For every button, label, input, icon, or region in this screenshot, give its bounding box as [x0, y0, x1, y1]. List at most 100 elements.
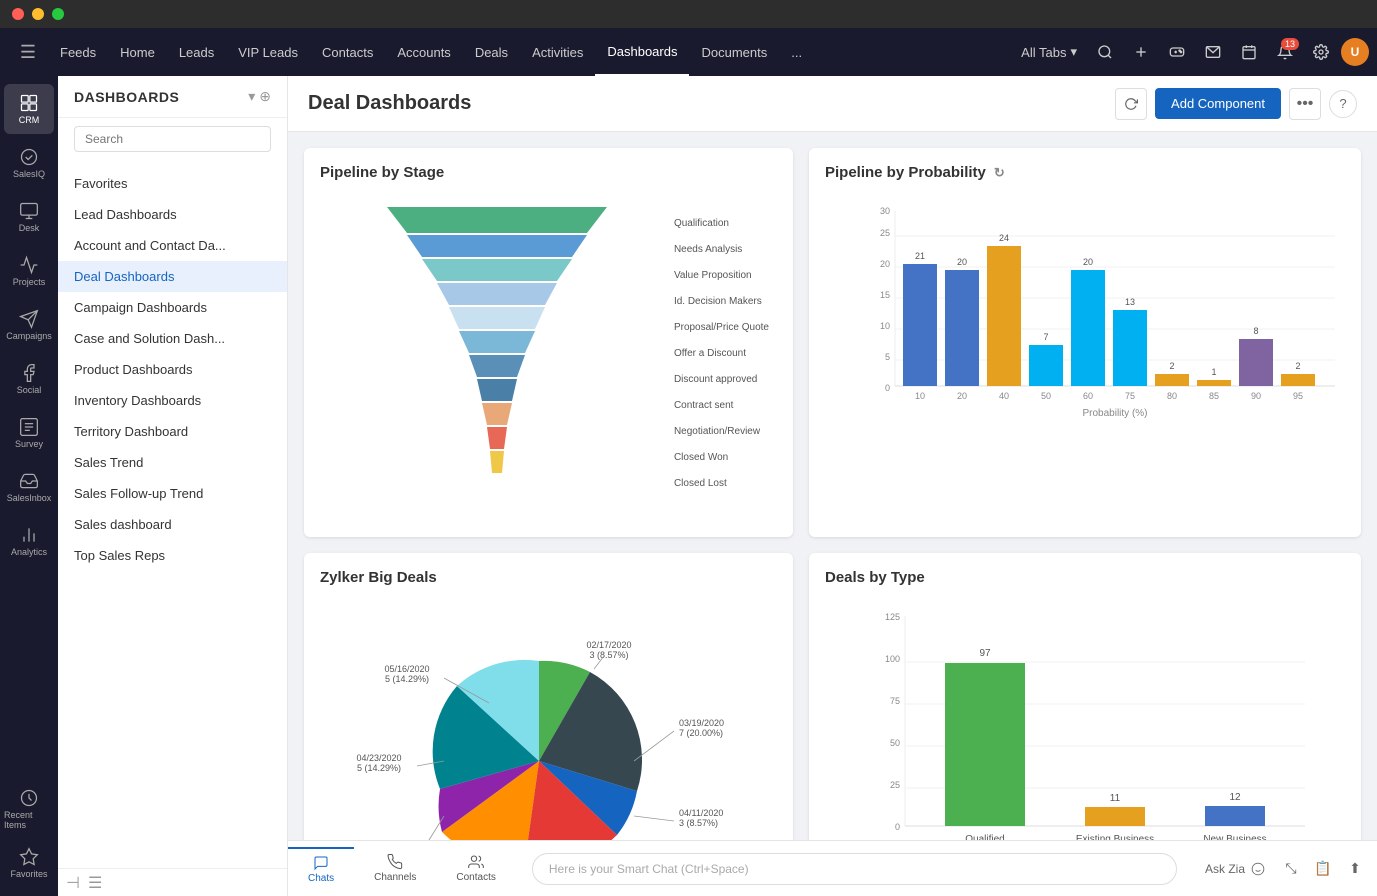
funnel-labels: Qualification Needs Analysis Value Propo… — [674, 197, 769, 496]
left-nav-sales-dashboard[interactable]: Sales dashboard — [58, 509, 287, 540]
left-nav-dropdown-icon[interactable]: ▾ — [248, 88, 255, 105]
left-nav-top-sales-reps[interactable]: Top Sales Reps — [58, 540, 287, 571]
settings-button[interactable] — [1305, 36, 1337, 68]
add-button[interactable] — [1125, 36, 1157, 68]
svg-text:04/23/2020: 04/23/2020 — [356, 753, 401, 763]
svg-text:80: 80 — [1167, 391, 1177, 401]
left-nav-campaign-dashboards[interactable]: Campaign Dashboards — [58, 292, 287, 323]
sidebar-analytics[interactable]: Analytics — [4, 516, 54, 566]
left-nav-territory-dashboard[interactable]: Territory Dashboard — [58, 416, 287, 447]
bottom-contacts[interactable]: Contacts — [436, 848, 515, 889]
sidebar-projects[interactable]: Projects — [4, 246, 54, 296]
nav-more[interactable]: ... — [779, 45, 814, 60]
svg-text:5 (14.29%): 5 (14.29%) — [356, 763, 400, 773]
nav-items: Feeds Home Leads VIP Leads Contacts Acco… — [48, 28, 1013, 76]
funnel-label-offer: Offer a Discount — [674, 341, 769, 366]
nav-deals[interactable]: Deals — [463, 28, 520, 76]
bottom-chats-label: Chats — [308, 873, 334, 884]
left-nav-lead-dashboards[interactable]: Lead Dashboards — [58, 199, 287, 230]
ask-zia-label: Ask Zia — [1205, 862, 1245, 876]
sidebar-desk[interactable]: Desk — [4, 192, 54, 242]
smart-chat-input[interactable]: Here is your Smart Chat (Ctrl+Space) — [532, 853, 1177, 885]
nav-dashboards[interactable]: Dashboards — [595, 28, 689, 76]
svg-text:30: 30 — [880, 206, 890, 216]
left-nav-product-dashboards[interactable]: Product Dashboards — [58, 354, 287, 385]
help-button[interactable]: ? — [1329, 90, 1357, 118]
notification-button[interactable]: 13 — [1269, 36, 1301, 68]
hamburger-menu[interactable]: ☰ — [8, 28, 48, 76]
calendar-icon — [1241, 44, 1257, 60]
pie-chart: 02/17/2020 3 (8.57%) 03/19/2020 7 (20.00… — [339, 606, 759, 840]
content-header: Deal Dashboards Add Component ••• ? — [288, 76, 1377, 132]
left-nav-inventory-dashboards[interactable]: Inventory Dashboards — [58, 385, 287, 416]
nav-accounts[interactable]: Accounts — [385, 28, 462, 76]
sidebar-salesiq[interactable]: SalesIQ — [4, 138, 54, 188]
left-nav-favorites[interactable]: Favorites — [58, 168, 287, 199]
pipeline-stage-card: Pipeline by Stage — [304, 148, 793, 537]
nav-documents[interactable]: Documents — [689, 28, 779, 76]
svg-text:20: 20 — [957, 391, 967, 401]
minimize-button[interactable] — [32, 8, 44, 20]
bottom-icon-1[interactable]: ⤡ — [1277, 855, 1305, 883]
search-input[interactable] — [74, 126, 271, 152]
gamepad-button[interactable] — [1161, 36, 1193, 68]
svg-text:12: 12 — [1229, 792, 1241, 803]
left-nav-panel: DASHBOARDS ▾ ⊕ Favorites Lead Dashboards… — [58, 76, 288, 896]
user-avatar[interactable]: U — [1341, 38, 1369, 66]
bottom-icon-3[interactable]: ⬆ — [1341, 855, 1369, 883]
svg-text:50: 50 — [890, 738, 900, 748]
sidebar-salesinbox-label: SalesInbox — [7, 493, 52, 503]
header-actions: Add Component ••• ? — [1115, 88, 1357, 120]
search-button[interactable] — [1089, 36, 1121, 68]
left-nav-account-contact[interactable]: Account and Contact Da... — [58, 230, 287, 261]
calendar-button[interactable] — [1233, 36, 1265, 68]
ask-zia-button[interactable]: Ask Zia — [1193, 862, 1277, 876]
add-component-button[interactable]: Add Component — [1155, 88, 1281, 119]
notification-badge: 13 — [1281, 38, 1299, 50]
left-nav-add-icon[interactable]: ⊕ — [259, 88, 271, 105]
sidebar-salesinbox[interactable]: SalesInbox — [4, 462, 54, 512]
svg-text:0: 0 — [885, 383, 890, 393]
list-icon[interactable]: ☰ — [88, 873, 102, 893]
bottom-channels[interactable]: Channels — [354, 848, 436, 889]
left-nav-deal-dashboards[interactable]: Deal Dashboards — [58, 261, 287, 292]
page-title: Deal Dashboards — [308, 92, 1103, 115]
all-tabs-button[interactable]: All Tabs ▾ — [1013, 44, 1085, 60]
funnel-chart — [357, 197, 637, 517]
bottom-chats[interactable]: Chats — [288, 847, 354, 890]
left-nav-case-solution[interactable]: Case and Solution Dash... — [58, 323, 287, 354]
sidebar-favorites[interactable]: Favorites — [4, 838, 54, 888]
nav-right: All Tabs ▾ 13 U — [1013, 36, 1377, 68]
sidebar-social-label: Social — [17, 385, 42, 395]
sidebar-social[interactable]: Social — [4, 354, 54, 404]
email-button[interactable] — [1197, 36, 1229, 68]
nav-feeds[interactable]: Feeds — [48, 28, 108, 76]
sidebar-crm[interactable]: CRM — [4, 84, 54, 134]
pipeline-probability-card: Pipeline by Probability ↻ Record Count 0… — [809, 148, 1361, 537]
svg-text:25: 25 — [890, 780, 900, 790]
left-nav-header: DASHBOARDS ▾ ⊕ — [58, 76, 287, 118]
probability-refresh-icon[interactable]: ↻ — [994, 165, 1005, 181]
left-nav-sales-trend[interactable]: Sales Trend — [58, 447, 287, 478]
svg-text:50: 50 — [1041, 391, 1051, 401]
funnel-chart-container — [328, 197, 666, 517]
maximize-button[interactable] — [52, 8, 64, 20]
refresh-button[interactable] — [1115, 88, 1147, 120]
nav-home[interactable]: Home — [108, 28, 167, 76]
sidebar-survey[interactable]: Survey — [4, 408, 54, 458]
funnel-label-contract: Contract sent — [674, 393, 769, 418]
left-nav-sales-followup[interactable]: Sales Follow-up Trend — [58, 478, 287, 509]
sidebar-survey-label: Survey — [15, 439, 43, 449]
nav-contacts[interactable]: Contacts — [310, 28, 385, 76]
more-options-button[interactable]: ••• — [1289, 88, 1321, 120]
nav-activities[interactable]: Activities — [520, 28, 595, 76]
expand-icon[interactable]: ⊣ — [66, 873, 80, 893]
main-layout: CRM SalesIQ Desk Projects Campaigns Soci… — [0, 76, 1377, 896]
sidebar-recent[interactable]: Recent Items — [4, 784, 54, 834]
close-button[interactable] — [12, 8, 24, 20]
svg-text:24: 24 — [999, 233, 1009, 243]
nav-vip-leads[interactable]: VIP Leads — [226, 28, 310, 76]
bottom-icon-2[interactable]: 📋 — [1309, 855, 1337, 883]
sidebar-campaigns[interactable]: Campaigns — [4, 300, 54, 350]
nav-leads[interactable]: Leads — [167, 28, 226, 76]
